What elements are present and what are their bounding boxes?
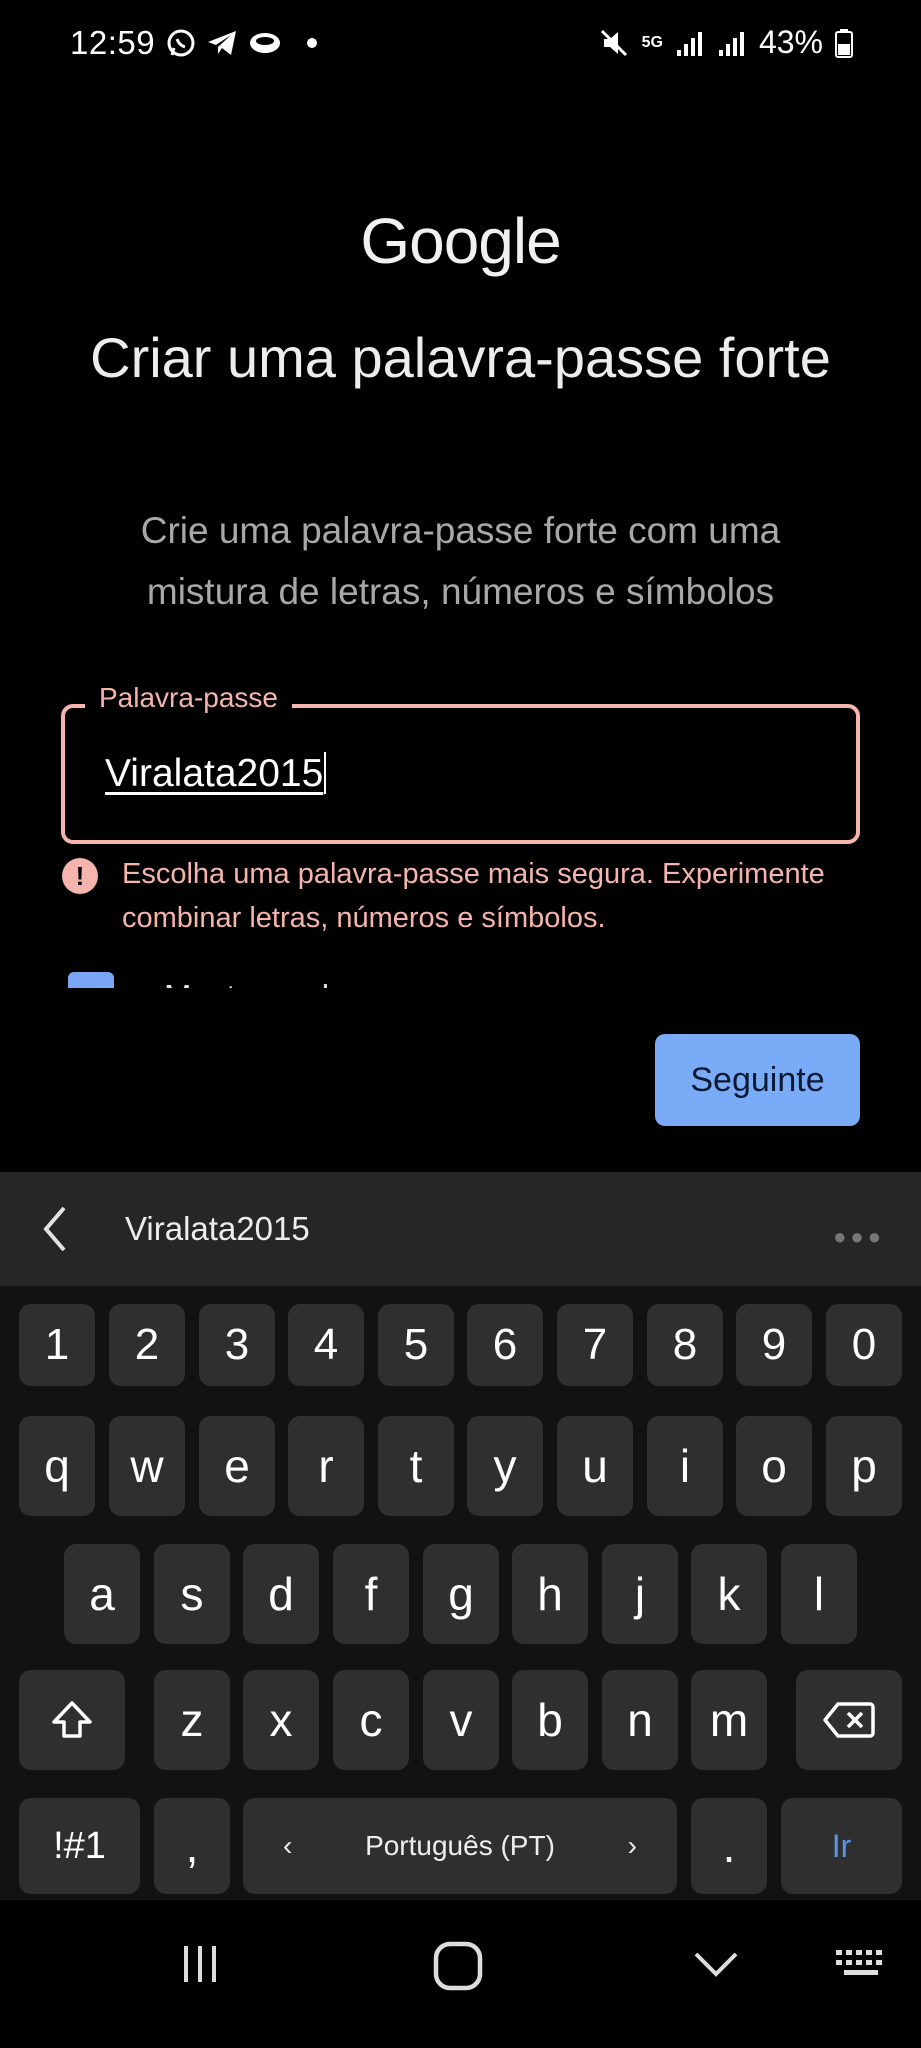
key-k[interactable]: k bbox=[691, 1544, 767, 1644]
key-p[interactable]: p bbox=[826, 1416, 902, 1516]
next-button[interactable]: Seguinte bbox=[655, 1034, 860, 1126]
symbols-key[interactable]: !#1 bbox=[19, 1798, 140, 1894]
key-d[interactable]: d bbox=[243, 1544, 319, 1644]
key-8[interactable]: 8 bbox=[647, 1304, 723, 1386]
whatsapp-icon bbox=[167, 29, 195, 57]
page-title: Criar uma palavra-passe forte bbox=[90, 326, 831, 389]
key-q[interactable]: q bbox=[19, 1416, 95, 1516]
key-g[interactable]: g bbox=[423, 1544, 499, 1644]
key-b[interactable]: b bbox=[512, 1670, 588, 1770]
key-9[interactable]: 9 bbox=[736, 1304, 812, 1386]
keyboard-switch-icon[interactable] bbox=[834, 1948, 888, 1984]
key-t[interactable]: t bbox=[378, 1416, 454, 1516]
space-key[interactable]: ‹ Português (PT) › bbox=[243, 1798, 677, 1894]
error-icon: ! bbox=[62, 858, 98, 894]
navigation-bar bbox=[0, 1900, 921, 2048]
keyboard-suggestion[interactable]: Viralata2015 bbox=[125, 1210, 310, 1248]
key-z[interactable]: z bbox=[154, 1670, 230, 1770]
google-logo: Google bbox=[360, 205, 561, 277]
key-j[interactable]: j bbox=[602, 1544, 678, 1644]
key-y[interactable]: y bbox=[467, 1416, 543, 1516]
key-c[interactable]: c bbox=[333, 1670, 409, 1770]
key-e[interactable]: e bbox=[199, 1416, 275, 1516]
password-field[interactable]: Palavra-passe Viralata2015 bbox=[61, 682, 860, 844]
backspace-icon bbox=[823, 1702, 875, 1738]
key-r[interactable]: r bbox=[288, 1416, 364, 1516]
signal-icon bbox=[676, 31, 702, 56]
key-m[interactable]: m bbox=[691, 1670, 767, 1770]
error-text: Escolha uma palavra-passe mais segura. E… bbox=[122, 858, 825, 934]
key-f[interactable]: f bbox=[333, 1544, 409, 1644]
key-s[interactable]: s bbox=[154, 1544, 230, 1644]
key-7[interactable]: 7 bbox=[557, 1304, 633, 1386]
key-2[interactable]: 2 bbox=[109, 1304, 185, 1386]
key-a[interactable]: a bbox=[64, 1544, 140, 1644]
key-4[interactable]: 4 bbox=[288, 1304, 364, 1386]
text-cursor bbox=[324, 752, 327, 794]
key-6[interactable]: 6 bbox=[467, 1304, 543, 1386]
status-right: 5G 43% bbox=[598, 24, 853, 61]
language-next-icon: › bbox=[627, 1830, 637, 1861]
keyboard: Viralata2015 ●●● 1 2 3 4 5 6 7 8 9 0 q w… bbox=[0, 1172, 921, 1900]
battery-percent: 43% bbox=[758, 24, 823, 60]
password-error: ! Escolha uma palavra-passe mais segura.… bbox=[62, 852, 862, 940]
key-5[interactable]: 5 bbox=[378, 1304, 454, 1386]
key-v[interactable]: v bbox=[423, 1670, 499, 1770]
checkbox-checked[interactable] bbox=[68, 972, 114, 988]
mute-icon bbox=[600, 29, 627, 56]
key-w[interactable]: w bbox=[109, 1416, 185, 1516]
battery-icon bbox=[835, 28, 853, 58]
dot-icon bbox=[307, 38, 317, 48]
period-key[interactable]: . bbox=[691, 1798, 767, 1894]
network-type: 5G bbox=[641, 33, 663, 51]
go-key[interactable]: Ir bbox=[781, 1798, 902, 1894]
app-icon bbox=[250, 33, 280, 53]
screen: 12:59 5G 43% Google Criar uma palavra-pa… bbox=[0, 0, 921, 2048]
recent-apps-icon[interactable] bbox=[176, 1940, 224, 1988]
signal-icon-2 bbox=[718, 31, 744, 56]
key-i[interactable]: i bbox=[647, 1416, 723, 1516]
notification-icons bbox=[166, 28, 322, 58]
key-l[interactable]: l bbox=[781, 1544, 857, 1644]
chevron-left-icon[interactable] bbox=[36, 1204, 76, 1254]
space-language-label: Português (PT) bbox=[365, 1830, 555, 1861]
password-value[interactable]: Viralata2015 bbox=[105, 752, 327, 796]
key-n[interactable]: n bbox=[602, 1670, 678, 1770]
password-text: Viralata2015 bbox=[105, 752, 324, 795]
shift-key[interactable] bbox=[19, 1670, 125, 1770]
key-1[interactable]: 1 bbox=[19, 1304, 95, 1386]
status-bar: 12:59 5G 43% bbox=[0, 0, 921, 88]
key-3[interactable]: 3 bbox=[199, 1304, 275, 1386]
show-password-label: Mostrar palavra-passe bbox=[164, 978, 492, 988]
key-h[interactable]: h bbox=[512, 1544, 588, 1644]
key-0[interactable]: 0 bbox=[826, 1304, 902, 1386]
password-label: Palavra-passe bbox=[85, 682, 292, 714]
key-o[interactable]: o bbox=[736, 1416, 812, 1516]
key-x[interactable]: x bbox=[243, 1670, 319, 1770]
shift-icon bbox=[52, 1701, 92, 1738]
backspace-key[interactable] bbox=[796, 1670, 902, 1770]
language-prev-icon: ‹ bbox=[283, 1830, 293, 1861]
status-time: 12:59 bbox=[70, 24, 156, 61]
keyboard-toolbar: Viralata2015 ●●● bbox=[0, 1172, 921, 1286]
key-u[interactable]: u bbox=[557, 1416, 633, 1516]
show-password-checkbox[interactable]: Mostrar palavra-passe bbox=[68, 970, 848, 988]
hide-keyboard-icon[interactable] bbox=[692, 1948, 740, 1982]
telegram-icon bbox=[208, 31, 236, 55]
home-icon[interactable] bbox=[432, 1940, 484, 1992]
comma-key[interactable]: , bbox=[154, 1798, 230, 1894]
more-icon[interactable]: ●●● bbox=[833, 1224, 885, 1250]
page-subtitle: Crie uma palavra-passe forte com uma mis… bbox=[140, 510, 781, 612]
